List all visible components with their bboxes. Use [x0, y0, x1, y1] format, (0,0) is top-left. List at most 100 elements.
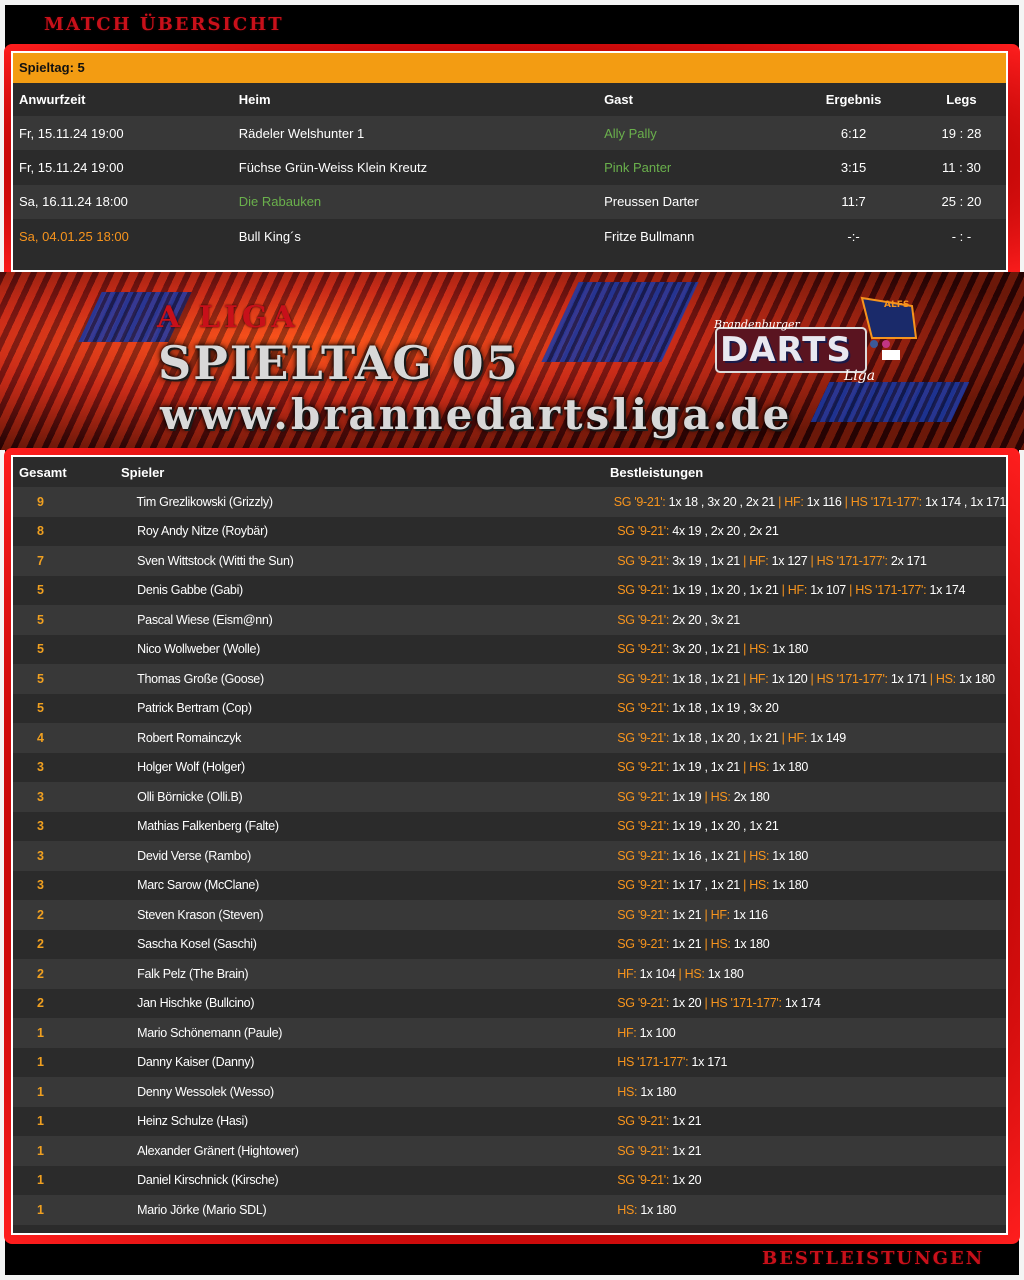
best-value: 1x 180 — [769, 760, 809, 775]
best-label: SG '9-21': — [617, 612, 670, 627]
player-total: 5 — [37, 701, 44, 716]
player-total: 1 — [37, 1055, 44, 1070]
best-value: 1x 20 — [669, 996, 705, 1011]
player-name: Alexander Gränert (Hightower) — [137, 1143, 299, 1158]
player-row: 1 Alexander Gränert (Hightower) SG '9-21':… — [13, 1136, 1006, 1166]
player-total: 2 — [37, 907, 44, 922]
player-row: 5 Pascal Wiese (Eism@nn) SG '9-21': 2x 20 … — [13, 605, 1006, 635]
best-label: SG '9-21': — [617, 583, 670, 598]
player-row: 2 Falk Pelz (The Brain) HF: 1x 104 | HS: 1… — [13, 959, 1006, 989]
match-legs: 11 : 30 — [942, 159, 981, 175]
best-value: 1x 180 — [769, 642, 809, 657]
match-result: 11:7 — [841, 194, 866, 210]
best-label: SG '9-21': — [617, 671, 670, 686]
player-name: Olli Börnicke (Olli.B) — [137, 789, 243, 804]
player-name: Patrick Bertram (Cop) — [137, 701, 252, 716]
player-row: 2 Sascha Kosel (Saschi) SG '9-21': 1x 21 |… — [13, 930, 1006, 960]
player-total: 1 — [37, 1202, 44, 1217]
best-label: HS: — [749, 848, 770, 863]
player-name: Danny Kaiser (Danny) — [137, 1055, 255, 1070]
best-label: HS: — [749, 642, 770, 657]
player-name: Sascha Kosel (Saschi) — [137, 937, 257, 952]
best-label: HS '171-177': — [617, 1055, 689, 1070]
best-label: HF: — [749, 671, 769, 686]
banner-decor-strip — [541, 282, 699, 362]
best-value: 1x 104 — [636, 966, 679, 981]
player-best: SG '9-21': 1x 18 , 1x 20 , 1x 21 | HF: 1… — [617, 731, 1006, 745]
best-label: SG '9-21': — [617, 937, 670, 952]
spieltag-title: SPIELTAG 05 — [158, 336, 520, 390]
col-header-total: Gesamt — [19, 464, 67, 480]
player-best: SG '9-21': 4x 19 , 2x 20 , 2x 21 — [617, 524, 1006, 538]
best-label: SG '9-21': — [617, 996, 670, 1011]
player-name: Heinz Schulze (Hasi) — [137, 1114, 248, 1129]
match-legs: 19 : 28 — [941, 125, 982, 141]
player-total: 3 — [37, 760, 44, 775]
player-row: 5 Thomas Große (Goose) SG '9-21': 1x 18 , … — [13, 664, 1006, 694]
player-total: 9 — [37, 494, 44, 509]
best-value: 1x 19 , 1x 21 — [669, 760, 744, 775]
spieltag-header: Spieltag: 5 — [13, 53, 1006, 83]
best-label: HF: — [784, 494, 804, 509]
match-row: Fr, 15.11.24 19:00 Rädeler Welshunter 1 Al… — [13, 116, 1006, 151]
col-header-guest: Gast — [604, 92, 633, 107]
best-value: 1x 19 , 1x 20 , 1x 21 — [669, 819, 779, 834]
best-value: 1x 180 — [704, 966, 744, 981]
player-name: Steven Krason (Steven) — [137, 907, 264, 922]
player-row: 1 Mario Jörke (Mario SDL) HS: 1x 180 — [13, 1195, 1006, 1225]
best-label: SG '9-21': — [617, 907, 670, 922]
match-time: Fr, 15.11.24 19:00 — [19, 159, 124, 175]
player-row: 1 Mario Schönemann (Paule) HF: 1x 100 — [13, 1018, 1006, 1048]
match-home-team: Die Rabauken — [238, 194, 322, 210]
player-best: HS: 1x 180 — [617, 1203, 1006, 1217]
best-label: HS '171-177': — [816, 553, 888, 568]
match-time: Sa, 04.01.25 18:00 — [19, 228, 129, 244]
player-total: 8 — [37, 524, 44, 539]
player-best: SG '9-21': 2x 20 , 3x 21 — [617, 613, 1006, 627]
player-row: 3 Devid Verse (Rambo) SG '9-21': 1x 16 , 1… — [13, 841, 1006, 871]
best-value: 1x 174 — [781, 996, 821, 1011]
player-name: Mario Schönemann (Paule) — [137, 1025, 283, 1040]
player-name: Sven Wittstock (Witti the Sun) — [137, 553, 294, 568]
player-total: 2 — [37, 996, 44, 1011]
best-label: HS '171-177': — [855, 583, 927, 598]
match-legs: - : - — [951, 228, 972, 244]
best-value: 1x 18 , 3x 20 , 2x 21 — [665, 494, 779, 509]
best-label: SG '9-21': — [617, 760, 670, 775]
player-total: 5 — [37, 612, 44, 627]
best-label: SG '9-21': — [617, 1173, 670, 1188]
player-name: Denny Wessolek (Wesso) — [137, 1084, 274, 1099]
best-value: 1x 180 — [730, 937, 770, 952]
match-result: 6:12 — [840, 125, 867, 141]
best-value: 1x 21 — [669, 937, 705, 952]
best-performances-title: BESTLEISTUNGEN — [762, 1248, 985, 1269]
match-table: Spieltag: 5 Anwurfzeit Heim Gast Ergebni… — [11, 51, 1008, 272]
player-row: 5 Nico Wollweber (Wolle) SG '9-21': 3x 20 … — [13, 635, 1006, 665]
best-value: 1x 174 — [926, 583, 966, 598]
best-value: 1x 16 , 1x 21 — [669, 848, 744, 863]
best-label: SG '9-21': — [613, 494, 666, 509]
best-label: HS '171-177': — [816, 671, 888, 686]
best-label: HS: — [617, 1084, 638, 1099]
player-name: Daniel Kirschnick (Kirsche) — [137, 1173, 279, 1188]
best-label: SG '9-21': — [617, 1114, 670, 1129]
player-name: Mario Jörke (Mario SDL) — [137, 1202, 267, 1217]
player-row: 1 Heinz Schulze (Hasi) SG '9-21': 1x 21 — [13, 1107, 1006, 1137]
player-row: 8 Roy Andy Nitze (Roybär) SG '9-21': 4x 19… — [13, 517, 1006, 547]
player-best: SG '9-21': 1x 20 — [617, 1173, 1006, 1187]
player-total: 1 — [37, 1025, 44, 1040]
player-row: 1 Danny Kaiser (Danny) HS '171-177': 1x 17… — [13, 1048, 1006, 1078]
best-label: HS: — [749, 760, 770, 775]
logo-script-bottom: Liga — [844, 368, 876, 384]
best-label: SG '9-21': — [617, 819, 670, 834]
match-time: Sa, 16.11.24 18:00 — [19, 194, 128, 210]
match-guest-team: Ally Pally — [604, 125, 657, 141]
best-value: 1x 116 — [803, 494, 845, 509]
best-value: 1x 20 — [669, 1173, 702, 1188]
player-row: 2 Jan Hischke (Bullcino) SG '9-21': 1x 20 … — [13, 989, 1006, 1019]
player-total: 1 — [37, 1114, 44, 1129]
best-label: HF: — [749, 553, 769, 568]
player-total: 4 — [37, 730, 44, 745]
player-total: 1 — [37, 1173, 44, 1188]
best-value: 1x 18 , 1x 19 , 3x 20 — [669, 701, 779, 716]
